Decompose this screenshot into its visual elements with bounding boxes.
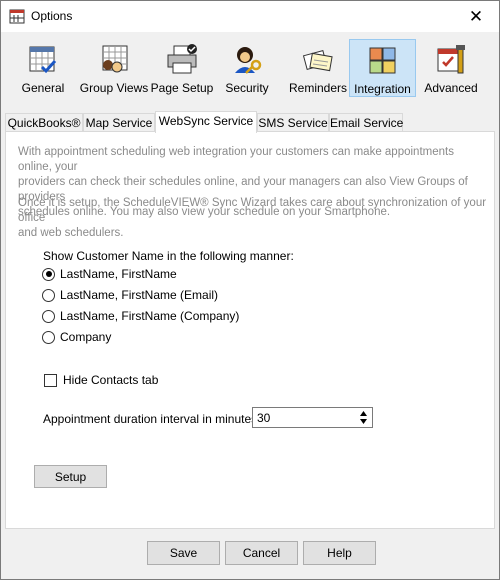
toolbar-page-setup[interactable]: Page Setup: [151, 39, 213, 97]
calendar-tools-icon: [437, 45, 465, 74]
toolbar-reminders-label: Reminders: [288, 81, 348, 95]
websync-panel: With appointment scheduling web integrat…: [5, 131, 495, 529]
hide-contacts-option[interactable]: Hide Contacts tab: [44, 373, 158, 387]
close-button[interactable]: ✕: [453, 1, 499, 32]
help-button[interactable]: Help: [303, 541, 376, 565]
setup-button[interactable]: Setup: [34, 465, 107, 488]
toolbar-group-views[interactable]: Group Views: [79, 39, 149, 97]
toolbar-page-setup-label: Page Setup: [150, 81, 214, 95]
radio-company[interactable]: Company: [42, 329, 111, 345]
radio-label: LastName, FirstName (Company): [60, 309, 240, 323]
hide-contacts-checkbox[interactable]: [44, 373, 57, 387]
spinner-buttons: [356, 409, 371, 426]
help-button-label: Help: [327, 546, 352, 560]
printer-icon: [167, 44, 197, 74]
app-icon: [9, 9, 25, 24]
calendar-check-icon: [29, 46, 57, 74]
tab-sms-service-label: SMS Service: [258, 116, 328, 130]
toolbar-integration-label: Integration: [354, 82, 411, 96]
user-key-icon: [235, 47, 262, 74]
toolbar-general-label: General: [21, 81, 65, 95]
tab-sms-service[interactable]: SMS Service: [257, 113, 329, 132]
cancel-button-label: Cancel: [242, 546, 281, 560]
toolbar-advanced-label: Advanced: [424, 81, 478, 95]
radio-label: LastName, FirstName: [60, 267, 177, 281]
options-toolbar: General Group Views Page Setup Security …: [9, 39, 493, 99]
toolbar-advanced[interactable]: Advanced: [419, 39, 483, 97]
toolbar-reminders[interactable]: Reminders: [285, 39, 351, 97]
close-icon: ✕: [468, 6, 484, 26]
tab-email-service-label: Email Service: [330, 116, 404, 130]
triangle-up-icon: [360, 410, 367, 416]
description-line: Once it is setup, the ScheduleVIEW® Sync…: [18, 197, 487, 224]
duration-spinner[interactable]: 30: [252, 407, 373, 428]
tab-websync-service[interactable]: WebSync Service: [155, 111, 257, 133]
options-window: Options ✕ General Group Views Page Setup…: [0, 0, 500, 580]
radio-lastname-firstname-email[interactable]: LastName, FirstName (Email): [42, 287, 218, 303]
radio-label: Company: [60, 330, 112, 344]
toolbar-group-views-label: Group Views: [79, 81, 149, 95]
save-button[interactable]: Save: [147, 541, 220, 565]
title-bar: Options ✕: [1, 1, 499, 32]
radio-button[interactable]: [42, 288, 55, 302]
description-line: With appointment scheduling web integrat…: [18, 146, 454, 173]
radio-label: LastName, FirstName (Email): [60, 288, 219, 302]
customer-name-label: Show Customer Name in the following mann…: [43, 249, 294, 263]
duration-label: Appointment duration interval in minutes…: [43, 412, 261, 426]
tab-map-service-label: Map Service: [85, 116, 153, 130]
toolbar-security[interactable]: Security: [219, 39, 275, 97]
tab-email-service[interactable]: Email Service: [329, 113, 403, 132]
radio-button[interactable]: [42, 330, 55, 344]
radio-lastname-firstname[interactable]: LastName, FirstName: [42, 266, 177, 282]
setup-button-label: Setup: [54, 469, 87, 484]
hide-contacts-label: Hide Contacts tab: [63, 373, 159, 387]
cubes-icon: [369, 47, 395, 74]
duration-value[interactable]: 30: [257, 411, 270, 425]
toolbar-integration[interactable]: Integration: [349, 39, 416, 97]
spin-down-button[interactable]: [356, 417, 371, 425]
group-calendar-icon: [102, 45, 128, 73]
integration-tabs: QuickBooks® Map Service WebSync Service …: [5, 111, 495, 133]
cancel-button[interactable]: Cancel: [225, 541, 298, 565]
radio-lastname-firstname-company[interactable]: LastName, FirstName (Company): [42, 308, 239, 324]
tab-quickbooks-label: QuickBooks®: [7, 116, 81, 130]
radio-button[interactable]: [42, 309, 55, 323]
tab-map-service[interactable]: Map Service: [83, 113, 155, 132]
triangle-down-icon: [360, 418, 367, 424]
radio-button[interactable]: [42, 267, 55, 281]
description-line: and web schedulers.: [18, 227, 124, 239]
spin-up-button[interactable]: [356, 409, 371, 417]
toolbar-security-label: Security: [225, 81, 269, 95]
tab-websync-service-label: WebSync Service: [158, 114, 254, 128]
sync-wizard-description: Once it is setup, the ScheduleVIEW® Sync…: [18, 196, 488, 241]
notes-icon: [302, 50, 333, 72]
window-title: Options: [31, 9, 73, 23]
tab-quickbooks[interactable]: QuickBooks®: [5, 113, 83, 132]
toolbar-general[interactable]: General: [9, 39, 77, 97]
save-button-label: Save: [169, 546, 198, 560]
